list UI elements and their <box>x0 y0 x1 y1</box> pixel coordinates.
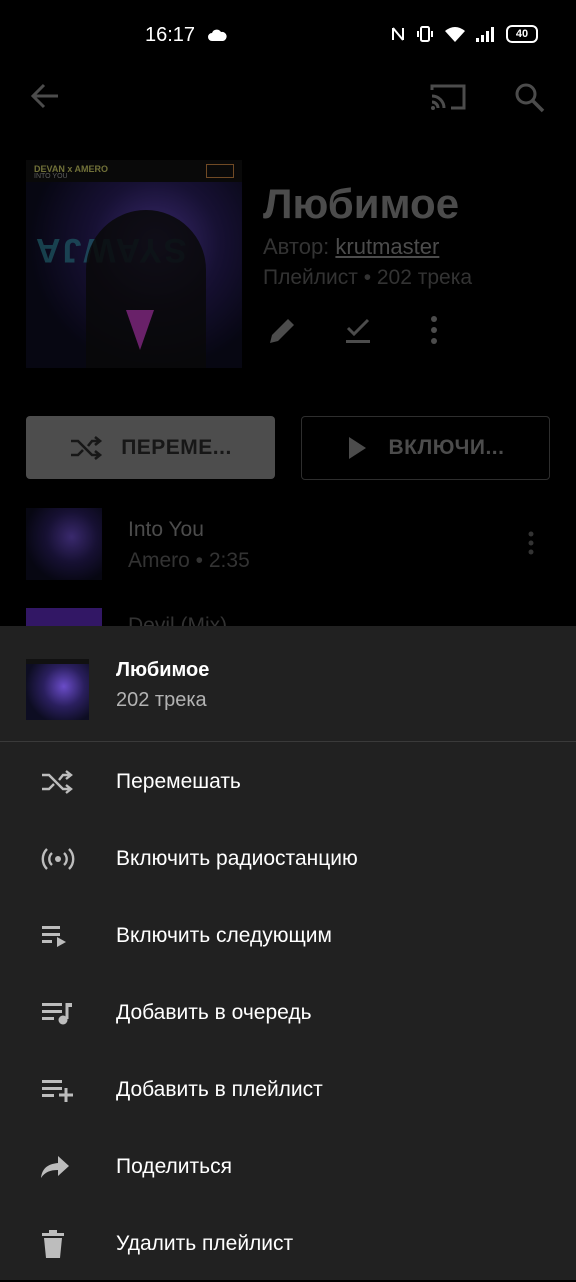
radio-icon <box>0 846 116 872</box>
author-prefix: Автор: <box>263 234 336 259</box>
search-icon[interactable] <box>514 82 546 114</box>
track-title[interactable]: Into You <box>128 518 204 542</box>
menu-item-shuffle[interactable]: Перемешать <box>0 743 576 820</box>
bottom-sheet: Любимое 202 трека Перемешать Включить ра… <box>0 626 576 1280</box>
playlist-add-icon <box>0 1077 116 1103</box>
menu-item-delete[interactable]: Удалить плейлист <box>0 1205 576 1282</box>
shuffle-button[interactable]: ПЕРЕМЕ... <box>26 416 275 479</box>
playlist-cover: DEVAN x AMERO INTO YOU SYAWJA <box>26 160 242 368</box>
author-link[interactable]: krutmaster <box>335 234 439 259</box>
delete-icon <box>0 1229 116 1259</box>
menu-item-radio[interactable]: Включить радиостанцию <box>0 820 576 897</box>
play-button-label: ВКЛЮЧИ... <box>388 436 505 459</box>
playlist-title: Любимое <box>263 180 460 227</box>
share-icon <box>0 1155 116 1179</box>
sheet-thumbnail <box>26 659 89 720</box>
menu-item-label: Включить следующим <box>116 923 332 947</box>
divider <box>0 741 576 742</box>
shuffle-icon <box>69 435 103 461</box>
cover-title: INTO YOU <box>34 173 68 180</box>
menu-item-label: Включить радиостанцию <box>116 846 358 870</box>
status-time: 16:17 <box>145 24 196 46</box>
sheet-title: Любимое <box>116 659 210 681</box>
menu-item-label: Добавить в очередь <box>116 1000 312 1024</box>
arrow-back-icon[interactable] <box>30 82 60 110</box>
menu-item-share[interactable]: Поделиться <box>0 1128 576 1205</box>
playlist-meta: Плейлист • 202 трека <box>263 266 473 289</box>
play-button[interactable]: ВКЛЮЧИ... <box>301 416 550 480</box>
edit-icon[interactable] <box>266 315 298 347</box>
download-done-icon[interactable] <box>344 318 372 344</box>
track-more-icon[interactable] <box>526 530 536 556</box>
sheet-subtitle: 202 трека <box>116 689 207 711</box>
track-title[interactable]: Devil (Mix) <box>128 614 227 626</box>
menu-item-play-next[interactable]: Включить следующим <box>0 897 576 974</box>
battery-indicator: 40 <box>506 25 538 43</box>
play-icon <box>347 436 367 460</box>
play-next-icon <box>0 924 116 948</box>
shuffle-button-label: ПЕРЕМЕ... <box>121 435 232 459</box>
signal-icon <box>476 26 496 42</box>
menu-item-add-queue[interactable]: Добавить в очередь <box>0 974 576 1051</box>
track-subtitle: Amero • 2:35 <box>128 549 250 572</box>
cloud-icon <box>207 28 227 42</box>
menu-item-label: Удалить плейлист <box>116 1231 294 1255</box>
vibrate-icon <box>416 25 434 43</box>
cast-icon[interactable] <box>429 82 467 112</box>
status-bar: 16:17 40 <box>0 0 576 72</box>
playlist-author: Автор: krutmaster <box>263 234 439 260</box>
menu-item-label: Добавить в плейлист <box>116 1077 323 1101</box>
nfc-icon <box>390 25 406 43</box>
menu-item-add-playlist[interactable]: Добавить в плейлист <box>0 1051 576 1128</box>
menu-item-label: Перемешать <box>116 769 241 793</box>
track-thumbnail[interactable] <box>26 508 102 580</box>
queue-music-icon <box>0 1000 116 1026</box>
track-thumbnail[interactable] <box>26 608 102 628</box>
menu-item-label: Поделиться <box>116 1154 232 1178</box>
shuffle-icon <box>0 769 116 795</box>
more-vert-icon[interactable] <box>429 315 439 345</box>
wifi-icon <box>444 25 466 43</box>
